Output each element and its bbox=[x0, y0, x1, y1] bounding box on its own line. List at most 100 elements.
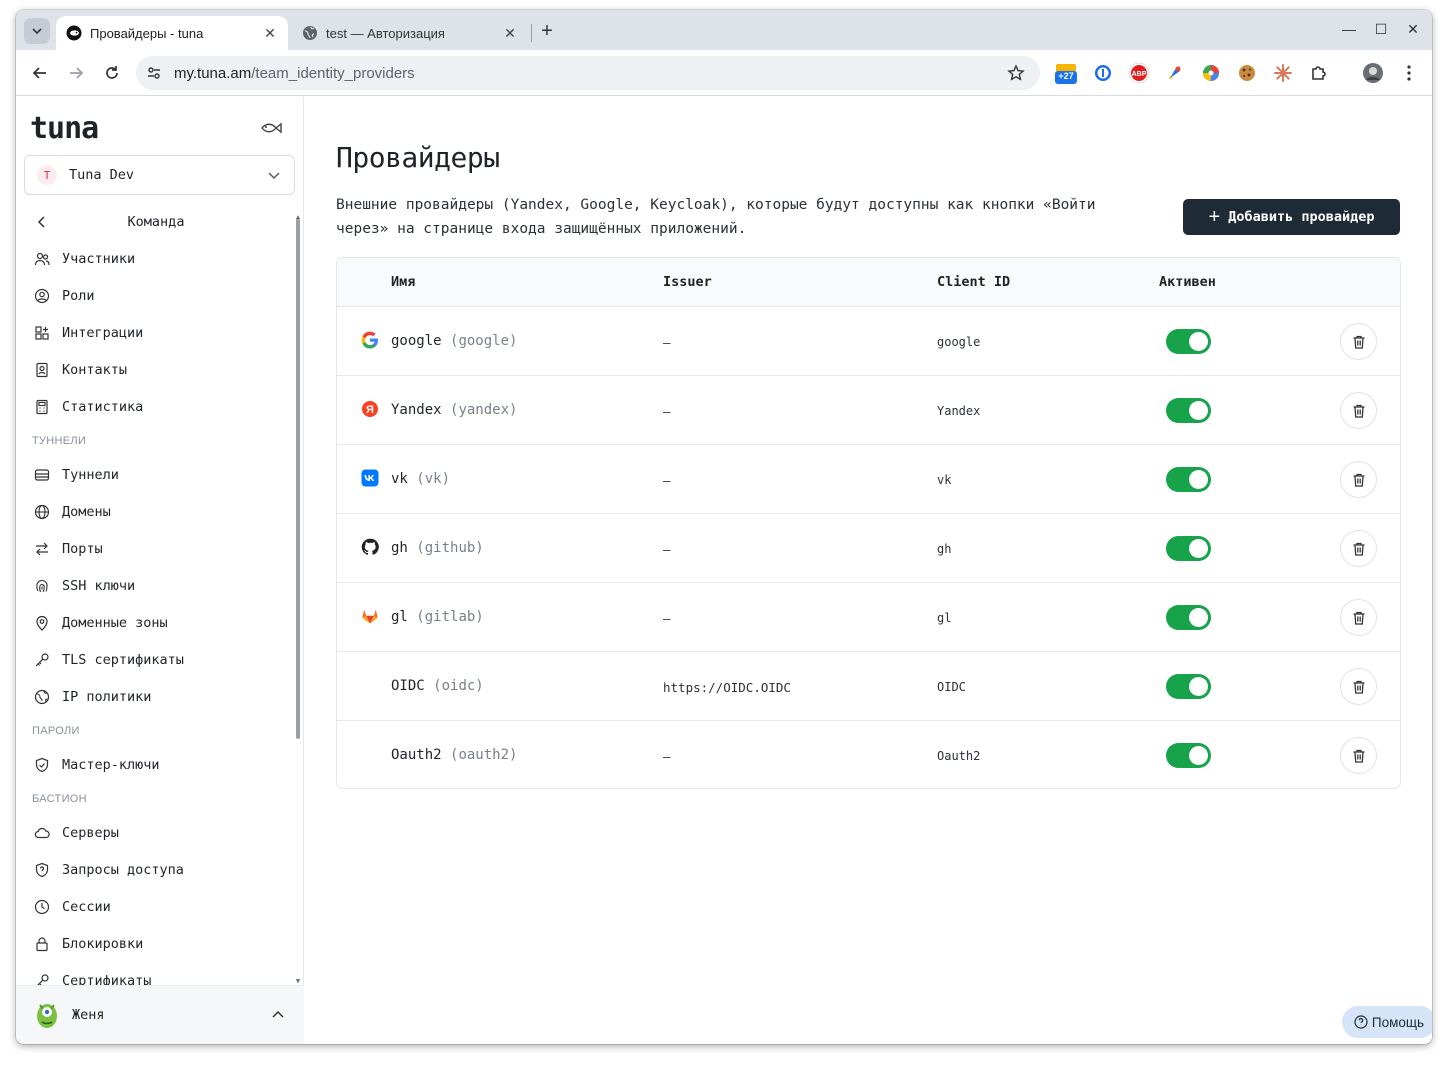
section-passwords: ПАРОЛИ bbox=[32, 725, 80, 737]
sidebar-item-domains[interactable]: Домены bbox=[16, 495, 296, 529]
user-avatar bbox=[37, 1004, 57, 1028]
collapse-sidebar-icon[interactable] bbox=[260, 119, 282, 137]
delete-provider-button[interactable] bbox=[1340, 668, 1377, 705]
sidebar-item-label: Домены bbox=[62, 504, 111, 520]
table-row[interactable]: Я Yandex (yandex) — Yandex bbox=[337, 376, 1400, 445]
active-toggle[interactable] bbox=[1166, 605, 1211, 630]
sidebar-item-label: IP политики bbox=[62, 689, 152, 705]
sidebar-item-integrations[interactable]: Интеграции bbox=[16, 316, 296, 350]
provider-name-text: vk bbox=[391, 471, 408, 487]
delete-provider-button[interactable] bbox=[1340, 461, 1377, 498]
add-provider-button[interactable]: + Добавить провайдер bbox=[1183, 199, 1400, 235]
delete-provider-button[interactable] bbox=[1340, 530, 1377, 567]
sidebar-item-locks[interactable]: Блокировки bbox=[16, 927, 296, 961]
team-selector[interactable]: T Tuna Dev bbox=[24, 155, 295, 195]
adblock-icon[interactable]: ABP bbox=[1127, 61, 1151, 85]
provider-issuer: — bbox=[663, 611, 671, 626]
sidebar-item-ip-policies[interactable]: IP политики bbox=[16, 680, 296, 714]
color-picker-icon[interactable] bbox=[1163, 61, 1187, 85]
profile-icon[interactable] bbox=[1361, 61, 1385, 85]
trash-icon bbox=[1353, 335, 1364, 349]
page-title: Провайдеры bbox=[336, 141, 500, 174]
reload-button[interactable] bbox=[100, 61, 124, 85]
sidebar-item-members[interactable]: Участники bbox=[16, 242, 296, 276]
delete-provider-button[interactable] bbox=[1340, 323, 1377, 360]
sidebar-item-ports[interactable]: Порты bbox=[16, 532, 296, 566]
tab-auth[interactable]: test — Авторизация ✕ bbox=[292, 16, 528, 50]
active-toggle[interactable] bbox=[1166, 398, 1211, 423]
globe-favicon-icon bbox=[302, 25, 318, 41]
sidebar-item-label: Интеграции bbox=[62, 325, 144, 341]
close-tab-icon[interactable]: ✕ bbox=[500, 23, 520, 43]
table-row[interactable]: vk (vk) — vk bbox=[337, 445, 1400, 514]
sidebar-item-sessions[interactable]: Сессии bbox=[16, 890, 296, 924]
table-row[interactable]: Oauth2 (oauth2) — Oauth2 bbox=[337, 721, 1400, 788]
sidebar-item-servers[interactable]: Серверы bbox=[16, 816, 296, 850]
new-tab-button[interactable]: + bbox=[536, 20, 558, 42]
nav-back-team[interactable]: Команда bbox=[16, 205, 296, 239]
tuna-logo[interactable]: tuna bbox=[30, 111, 99, 146]
calendar-badge-icon[interactable]: +27 bbox=[1054, 61, 1078, 85]
trash-icon bbox=[1353, 404, 1364, 418]
sidebar-item-tls-certificates[interactable]: TLS сертификаты bbox=[16, 643, 296, 677]
trash-icon bbox=[1353, 680, 1364, 694]
sidebar-item-contacts[interactable]: Контакты bbox=[16, 353, 296, 387]
maximize-icon[interactable]: ☐ bbox=[1370, 18, 1392, 40]
toggle-knob bbox=[1189, 539, 1208, 558]
github-icon bbox=[361, 538, 379, 555]
close-tab-icon[interactable]: ✕ bbox=[260, 23, 280, 43]
sidebar-item-label: Блокировки bbox=[62, 936, 144, 952]
delete-provider-button[interactable] bbox=[1340, 737, 1377, 774]
plus-icon: + bbox=[1208, 206, 1221, 228]
site-info-icon[interactable] bbox=[140, 59, 168, 87]
minimize-icon[interactable]: — bbox=[1338, 18, 1360, 40]
delete-provider-button[interactable] bbox=[1340, 392, 1377, 429]
table-row[interactable]: gl (gitlab) — gl bbox=[337, 583, 1400, 652]
provider-name-text: gh bbox=[391, 540, 408, 556]
sidebar-item-roles[interactable]: Роли bbox=[16, 279, 296, 313]
forward-button[interactable] bbox=[64, 61, 88, 85]
vk-icon bbox=[361, 469, 379, 487]
tab-strip: Провайдеры - tuna ✕ test — Авторизация ✕… bbox=[16, 10, 1432, 50]
sidebar-item-access-requests[interactable]: Запросы доступа bbox=[16, 853, 296, 887]
arrows-exchange-icon bbox=[34, 541, 50, 557]
sidebar-item-master-keys[interactable]: Мастер-ключи bbox=[16, 748, 296, 782]
sidebar-item-statistics[interactable]: Статистика bbox=[16, 390, 296, 424]
active-toggle[interactable] bbox=[1166, 329, 1211, 354]
address-bar[interactable]: my.tuna.am/team_identity_providers bbox=[136, 56, 1040, 90]
user-menu[interactable]: Женя bbox=[16, 985, 304, 1044]
table-row[interactable]: gh (github) — gh bbox=[337, 514, 1400, 583]
active-toggle[interactable] bbox=[1166, 743, 1211, 768]
cookie-icon[interactable] bbox=[1235, 61, 1259, 85]
active-toggle[interactable] bbox=[1166, 536, 1211, 561]
active-toggle[interactable] bbox=[1166, 467, 1211, 492]
sidebar-scrollbar-thumb[interactable] bbox=[296, 219, 300, 739]
reload-icon bbox=[106, 66, 118, 79]
puzzle-icon[interactable] bbox=[1307, 61, 1331, 85]
sidebar-item-domain-zones[interactable]: Доменные зоны bbox=[16, 606, 296, 640]
bookmark-star-icon[interactable] bbox=[1004, 61, 1028, 85]
chevron-up-icon bbox=[272, 1010, 284, 1018]
table-row[interactable]: OIDC (oidc) https://OIDC.OIDC OIDC bbox=[337, 652, 1400, 721]
provider-name: gh (github) bbox=[391, 540, 484, 556]
claude-icon[interactable] bbox=[1271, 61, 1295, 85]
sidebar-item-ssh-keys[interactable]: SSH ключи bbox=[16, 569, 296, 603]
1password-icon[interactable] bbox=[1091, 61, 1115, 85]
colorwheel-icon[interactable] bbox=[1199, 61, 1223, 85]
tab-search-button[interactable] bbox=[24, 18, 50, 44]
back-button[interactable] bbox=[28, 61, 52, 85]
arrow-right-icon bbox=[70, 67, 84, 79]
browser-menu-icon[interactable] bbox=[1397, 61, 1421, 85]
scroll-down-arrow-icon[interactable]: ▼ bbox=[294, 977, 302, 985]
close-window-icon[interactable]: ✕ bbox=[1402, 18, 1424, 40]
table-row[interactable]: google (google) — google bbox=[337, 307, 1400, 376]
chevron-down-icon bbox=[268, 172, 280, 179]
globe-shield-icon bbox=[34, 689, 50, 705]
active-toggle[interactable] bbox=[1166, 674, 1211, 699]
sidebar-item-certificates[interactable]: Сертификаты bbox=[16, 964, 296, 985]
delete-provider-button[interactable] bbox=[1340, 599, 1377, 636]
trash-icon bbox=[1353, 542, 1364, 556]
tab-providers[interactable]: Провайдеры - tuna ✕ bbox=[56, 16, 288, 50]
sidebar-item-tunnels[interactable]: Туннели bbox=[16, 458, 296, 492]
help-button[interactable]: Помощь bbox=[1342, 1006, 1432, 1038]
